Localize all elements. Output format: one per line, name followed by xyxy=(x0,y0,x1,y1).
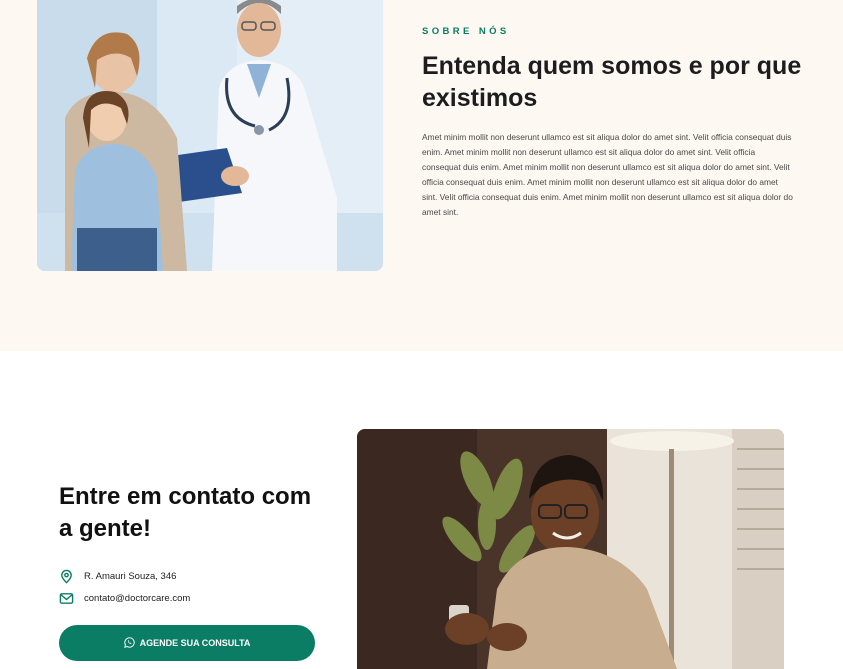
contact-photo xyxy=(357,429,784,669)
email-row[interactable]: contato@doctorcare.com xyxy=(59,591,190,606)
schedule-button-label: AGENDE SUA CONSULTA xyxy=(139,638,251,648)
address-text: R. Amauri Souza, 346 xyxy=(84,571,177,582)
contact-title: Entre em contato com a gente! xyxy=(59,483,312,542)
mail-icon xyxy=(59,591,74,606)
whatsapp-icon xyxy=(123,636,135,650)
schedule-appointment-button[interactable]: AGENDE SUA CONSULTA xyxy=(59,625,315,661)
section-description: Amet minim mollit non deserunt ullamco e… xyxy=(422,132,793,217)
about-photo xyxy=(37,0,383,271)
email-text[interactable]: contato@doctorcare.com xyxy=(84,593,190,604)
about-section: SOBRE NÓS Entenda quem somos e por que e… xyxy=(0,0,843,351)
contact-section: Entre em contato com a gente! R. Amauri … xyxy=(0,351,843,669)
address-row: R. Amauri Souza, 346 xyxy=(59,569,176,584)
map-pin-icon xyxy=(59,569,74,584)
section-kicker: SOBRE NÓS xyxy=(422,26,510,37)
section-title: Entenda quem somos e por que existimos xyxy=(422,52,802,112)
